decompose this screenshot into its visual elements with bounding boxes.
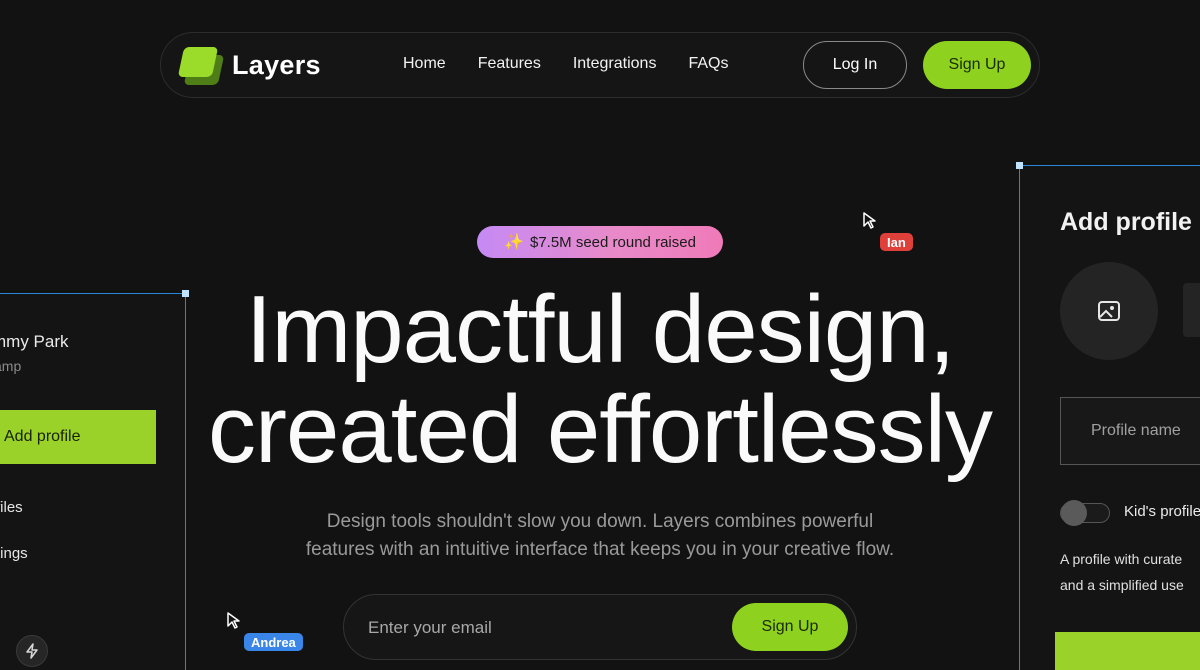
sparkles-icon: ✨	[504, 234, 524, 251]
nav-link-faqs[interactable]: FAQs	[688, 55, 728, 73]
hero-subtitle-line1: Design tools shouldn't slow you down. La…	[326, 511, 874, 532]
brand-name: Layers	[232, 49, 321, 80]
right-add-profile-panel: Add profile Profile name Kid's profile A…	[1016, 162, 1200, 670]
description-line1: A profile with curate	[1060, 551, 1183, 567]
selection-handle[interactable]	[1016, 162, 1023, 169]
profile-name: mmy Park	[0, 332, 69, 351]
kids-profile-description: A profile with curate and a simplified u…	[1060, 546, 1184, 598]
login-button[interactable]: Log In	[803, 41, 907, 89]
menu-item-profiles[interactable]: files	[0, 499, 23, 516]
layers-logo-icon	[177, 43, 225, 87]
cursor-icon	[227, 612, 240, 629]
email-signup-form: Sign Up	[343, 594, 857, 660]
funding-badge[interactable]: ✨ $7.5M seed round raised	[477, 226, 723, 258]
add-profile-button[interactable]: Add profile	[0, 410, 156, 464]
hero-title-line1: Impactful design,	[245, 276, 956, 383]
cursor-label-ian: Ian	[880, 233, 913, 251]
profile-subtitle: amp	[0, 358, 22, 374]
lightning-icon[interactable]	[16, 635, 48, 667]
hero-title-line2: created effortlessly	[208, 376, 993, 483]
top-nav: Layers Home Features Integrations FAQs L…	[160, 32, 1040, 98]
left-profile-panel: mmy Park amp Add profile files tings :	[0, 290, 189, 670]
avatar-option[interactable]	[1183, 283, 1200, 337]
email-input[interactable]	[368, 613, 708, 643]
hero-title: Impactful design, created effortlessly	[120, 280, 1080, 480]
selection-handle[interactable]	[182, 290, 189, 297]
nav-link-features[interactable]: Features	[478, 55, 541, 73]
nav-link-integrations[interactable]: Integrations	[573, 55, 657, 73]
image-icon	[1098, 301, 1120, 321]
funding-badge-text: $7.5M seed round raised	[529, 233, 696, 251]
signup-button[interactable]: Sign Up	[923, 41, 1031, 89]
description-line2: and a simplified use	[1060, 577, 1184, 593]
cursor-label-andrea: Andrea	[244, 633, 303, 651]
nav-links: Home Features Integrations FAQs	[403, 55, 728, 73]
hero-subtitle-line2: features with an intuitive interface tha…	[305, 539, 895, 560]
cursor-icon	[863, 212, 876, 229]
nav-link-home[interactable]: Home	[403, 55, 446, 73]
logo[interactable]: Layers	[177, 43, 321, 87]
profile-name-input[interactable]: Profile name	[1060, 397, 1200, 465]
kids-profile-label: Kid's profile	[1124, 503, 1200, 520]
email-signup-button[interactable]: Sign Up	[732, 603, 848, 651]
avatar-upload[interactable]	[1060, 262, 1158, 360]
menu-item-settings[interactable]: tings	[0, 545, 28, 562]
add-profile-title: Add profile	[1060, 208, 1192, 236]
kids-profile-toggle[interactable]	[1060, 500, 1110, 526]
hero-subtitle: Design tools shouldn't slow you down. La…	[260, 508, 940, 564]
save-profile-button[interactable]	[1055, 632, 1200, 670]
